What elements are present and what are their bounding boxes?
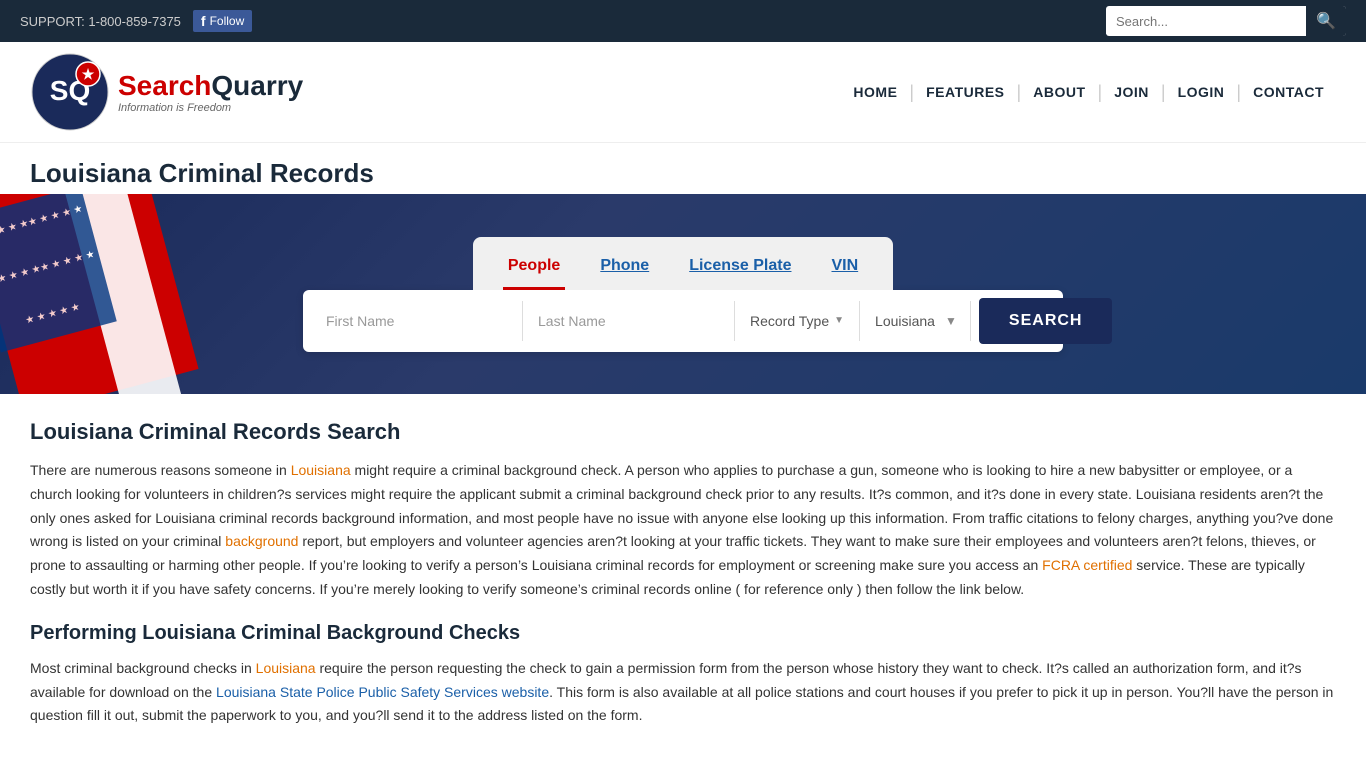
- tab-phone[interactable]: Phone: [595, 249, 654, 290]
- logo-text: SearchQuarry Information is Freedom: [118, 70, 303, 114]
- search-container: People Phone License Plate VIN Record Ty…: [303, 237, 1063, 352]
- section1-title: Louisiana Criminal Records Search: [30, 419, 1336, 445]
- tab-people[interactable]: People: [503, 249, 565, 290]
- first-name-input[interactable]: [311, 301, 523, 341]
- star-5: ★ ★ ★ ★ ★: [24, 301, 81, 327]
- record-type-dropdown[interactable]: Record Type ▼: [735, 301, 860, 341]
- state-arrow-icon: ▼: [945, 314, 957, 328]
- star-1: ★ ★ ★ ★ ★: [0, 218, 30, 244]
- last-name-input[interactable]: [523, 301, 735, 341]
- page-title: Louisiana Criminal Records: [30, 158, 1336, 189]
- fb-follow-label: Follow: [210, 14, 245, 28]
- louisiana-link-2[interactable]: Louisiana: [256, 660, 316, 676]
- logo-area: SQ ★ SearchQuarry Information is Freedom: [30, 52, 303, 132]
- star-4: ★ ★ ★ ★ ★: [39, 249, 96, 275]
- state-select[interactable]: All States Alabama Alaska Arizona Arkans…: [865, 301, 945, 341]
- section2-title: Performing Louisiana Criminal Background…: [30, 622, 1336, 645]
- facebook-icon: f: [201, 13, 206, 29]
- star-3: ★ ★ ★ ★ ★: [0, 263, 42, 289]
- fb-follow-button[interactable]: f Follow: [193, 10, 252, 32]
- page-title-area: Louisiana Criminal Records: [0, 143, 1366, 194]
- record-type-label: Record Type: [750, 313, 829, 329]
- top-bar: SUPPORT: 1-800-859-7375 f Follow 🔍: [0, 0, 1366, 42]
- section2-text1: Most criminal background checks in: [30, 660, 256, 676]
- nav-features[interactable]: FEATURES: [914, 79, 1016, 105]
- nav-home[interactable]: HOME: [841, 79, 909, 105]
- section1-paragraph: There are numerous reasons someone in Lo…: [30, 459, 1336, 602]
- section1-text1: There are numerous reasons someone in: [30, 462, 291, 478]
- content-area: Louisiana Criminal Records Search There …: [0, 394, 1366, 773]
- louisiana-link-1[interactable]: Louisiana: [291, 462, 351, 478]
- nav-about[interactable]: ABOUT: [1021, 79, 1097, 105]
- nav-contact[interactable]: CONTACT: [1241, 79, 1336, 105]
- star-2: ★ ★ ★ ★ ★: [27, 204, 84, 230]
- top-search-input[interactable]: [1106, 9, 1306, 34]
- top-search-bar: 🔍: [1106, 6, 1346, 36]
- fcra-link[interactable]: FCRA certified: [1042, 557, 1132, 573]
- nav-login[interactable]: LOGIN: [1166, 79, 1237, 105]
- search-button[interactable]: SEARCH: [979, 298, 1113, 344]
- search-form: Record Type ▼ All States Alabama Alaska …: [303, 290, 1063, 352]
- top-search-button[interactable]: 🔍: [1306, 6, 1346, 36]
- top-bar-left: SUPPORT: 1-800-859-7375 f Follow: [20, 10, 252, 32]
- tab-license-plate[interactable]: License Plate: [684, 249, 796, 290]
- search-tabs: People Phone License Plate VIN: [473, 237, 893, 290]
- la-police-link[interactable]: Louisiana State Police Public Safety Ser…: [216, 684, 549, 700]
- hero-banner: ★ ★ ★ ★ ★ ★ ★ ★ ★ ★ ★ ★ ★ ★ ★ ★ ★ ★ ★ ★ …: [0, 194, 1366, 394]
- logo-brand-name: SearchQuarry: [118, 70, 303, 102]
- logo-svg: SQ ★: [30, 52, 110, 132]
- logo-tagline: Information is Freedom: [118, 102, 303, 114]
- nav-join[interactable]: JOIN: [1102, 79, 1161, 105]
- record-type-arrow: ▼: [834, 315, 844, 326]
- support-text: SUPPORT: 1-800-859-7375: [20, 14, 181, 29]
- svg-text:★: ★: [82, 66, 95, 82]
- background-link[interactable]: background: [225, 533, 298, 549]
- nav-bar: SQ ★ SearchQuarry Information is Freedom…: [0, 42, 1366, 143]
- state-select-wrapper: All States Alabama Alaska Arizona Arkans…: [860, 301, 971, 341]
- flag-decoration: ★ ★ ★ ★ ★ ★ ★ ★ ★ ★ ★ ★ ★ ★ ★ ★ ★ ★ ★ ★ …: [0, 194, 250, 394]
- section2-paragraph: Most criminal background checks in Louis…: [30, 657, 1336, 728]
- nav-links: HOME | FEATURES | ABOUT | JOIN | LOGIN |…: [841, 79, 1336, 105]
- tab-vin[interactable]: VIN: [826, 249, 863, 290]
